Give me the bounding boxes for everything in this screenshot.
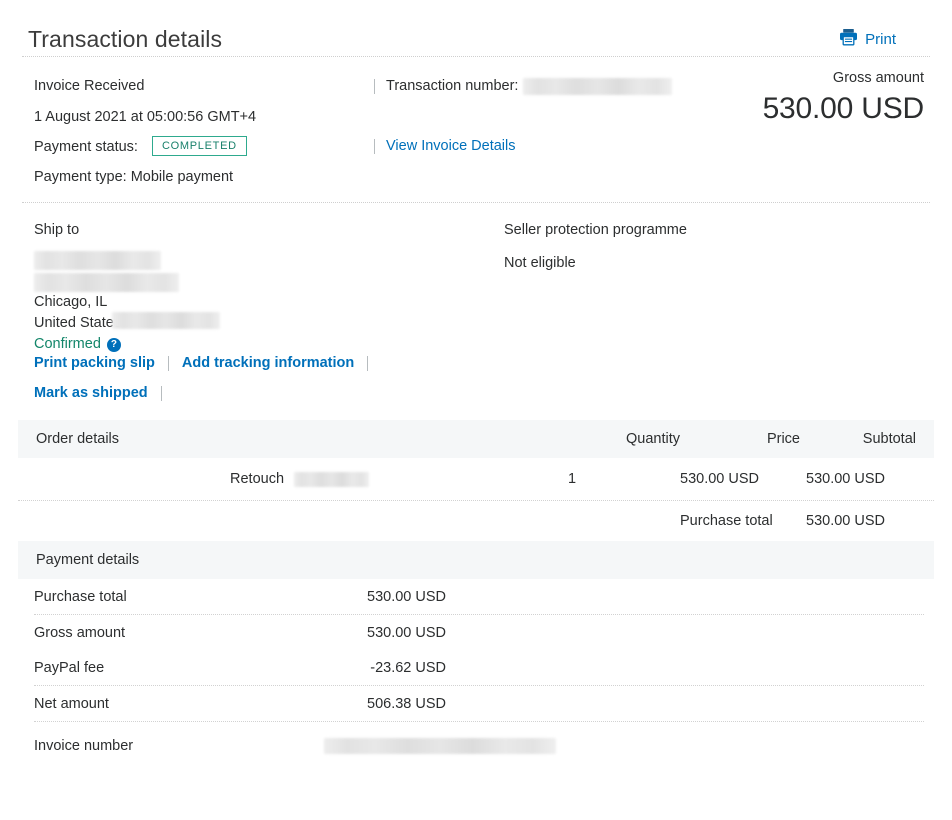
payment-row-value: -23.62 USD: [370, 660, 446, 676]
purchase-total-value: 530.00 USD: [806, 513, 885, 529]
ship-to-actions: Print packing slip Add tracking informat…: [34, 348, 924, 408]
question-mark-icon[interactable]: ?: [106, 337, 121, 352]
table-row: Retouch 1 530.00 USD 530.00 USD: [18, 458, 934, 500]
seller-protection-heading: Seller protection programme: [504, 222, 687, 238]
payment-type: Payment type: Mobile payment: [34, 169, 234, 185]
print-button[interactable]: Print: [839, 28, 924, 50]
payment-row-value: 530.00 USD: [367, 625, 446, 641]
payment-details-list-2: Gross amount 530.00 USD PayPal fee -23.6…: [0, 615, 952, 685]
column-header-price: Price: [766, 431, 800, 447]
invoice-number-block: Invoice number: [0, 722, 952, 763]
gross-amount-value: 530.00 USD: [762, 92, 925, 125]
purchase-total-label: Purchase total: [680, 513, 773, 529]
invoice-number-row: Invoice number: [34, 722, 924, 763]
vertical-separator-icon: [160, 385, 162, 401]
mark-as-shipped-link[interactable]: Mark as shipped: [34, 378, 148, 408]
ship-to-heading: Ship to: [34, 222, 80, 238]
transaction-number-label: Transaction number:: [386, 78, 519, 94]
column-header-subtotal: Subtotal: [862, 431, 916, 447]
print-label: Print: [865, 30, 896, 48]
order-item-redacted-detail: [294, 471, 370, 487]
order-details-title: Order details: [36, 431, 120, 447]
payment-row-paypal-fee: PayPal fee -23.62 USD: [34, 650, 924, 685]
payment-row-label: PayPal fee: [34, 660, 105, 676]
payment-details-header: Payment details: [18, 541, 934, 579]
payment-row-value: 506.38 USD: [367, 696, 446, 712]
order-item-description-cell: Retouch: [36, 471, 568, 487]
payment-details-title: Payment details: [36, 552, 140, 568]
view-invoice-details-link[interactable]: View Invoice Details: [386, 131, 516, 161]
address-redacted-line-2: [34, 273, 179, 292]
order-total-block: Purchase total 530.00 USD: [0, 501, 952, 541]
payment-details-list: Purchase total 530.00 USD: [0, 579, 952, 614]
gross-amount-block: Gross amount 530.00 USD: [762, 67, 925, 129]
address-city-state: Chicago, IL: [34, 294, 108, 310]
view-invoice-details-row: View Invoice Details: [374, 131, 704, 161]
transaction-number-row: Transaction number:: [374, 71, 704, 101]
order-items-list: Retouch 1 530.00 USD 530.00 USD: [0, 458, 952, 500]
order-item-price: 530.00 USD: [680, 471, 759, 487]
order-item-quantity: 1: [568, 471, 577, 487]
order-details-header: Order details Quantity Price Subtotal: [18, 420, 934, 458]
payment-status-label: Payment status:: [34, 139, 138, 155]
vertical-separator-icon: [167, 355, 169, 371]
payment-row-gross-amount: Gross amount 530.00 USD: [34, 615, 924, 650]
confirmed-label: Confirmed: [34, 336, 101, 352]
gross-amount-label: Gross amount: [832, 70, 924, 86]
seller-protection-block: Seller protection programme Not eligible: [504, 219, 687, 274]
printer-icon: [839, 28, 858, 50]
ship-to-section: Ship to Chicago, IL United States Confir…: [0, 203, 952, 420]
purchase-total-row: Purchase total 530.00 USD: [18, 501, 934, 541]
order-item-subtotal: 530.00 USD: [806, 471, 885, 487]
ship-to-address: Chicago, IL United States Confirmed ?: [34, 251, 924, 352]
status-badge: COMPLETED: [152, 136, 247, 156]
ship-to-actions-row-2: Mark as shipped: [34, 378, 924, 408]
payment-row-net-amount: Net amount 506.38 USD: [34, 686, 924, 721]
payment-row-label: Purchase total: [34, 589, 127, 605]
address-redacted-line-3: [112, 312, 220, 329]
page-title: Transaction details: [28, 26, 223, 52]
transaction-details-page: Transaction details Print Invoice Receiv…: [0, 0, 952, 820]
payment-row-label: Gross amount: [34, 625, 126, 641]
invoice-number-label: Invoice number: [34, 738, 134, 754]
address-confirmed-status: Confirmed ?: [34, 334, 121, 355]
vertical-separator-icon: [367, 355, 369, 371]
invoice-number-redacted-value: [324, 738, 556, 754]
vertical-separator-icon: [374, 138, 375, 154]
payment-details-list-3: Net amount 506.38 USD: [0, 686, 952, 721]
payment-row-purchase-total: Purchase total 530.00 USD: [34, 579, 924, 614]
address-redacted-line-1: [34, 251, 161, 270]
order-item-description: Retouch: [230, 471, 285, 487]
payment-row-label: Net amount: [34, 696, 109, 712]
transaction-meta-column: Transaction number: View Invoice Details: [374, 71, 704, 161]
column-header-quantity: Quantity: [626, 431, 680, 447]
vertical-separator-icon: [374, 78, 375, 94]
payment-row-value: 530.00 USD: [367, 589, 446, 605]
seller-protection-value: Not eligible: [504, 255, 576, 271]
transaction-summary: Invoice Received 1 August 2021 at 05:00:…: [0, 57, 952, 202]
transaction-number-redacted-value: [523, 77, 673, 95]
page-header: Transaction details Print: [0, 0, 952, 56]
